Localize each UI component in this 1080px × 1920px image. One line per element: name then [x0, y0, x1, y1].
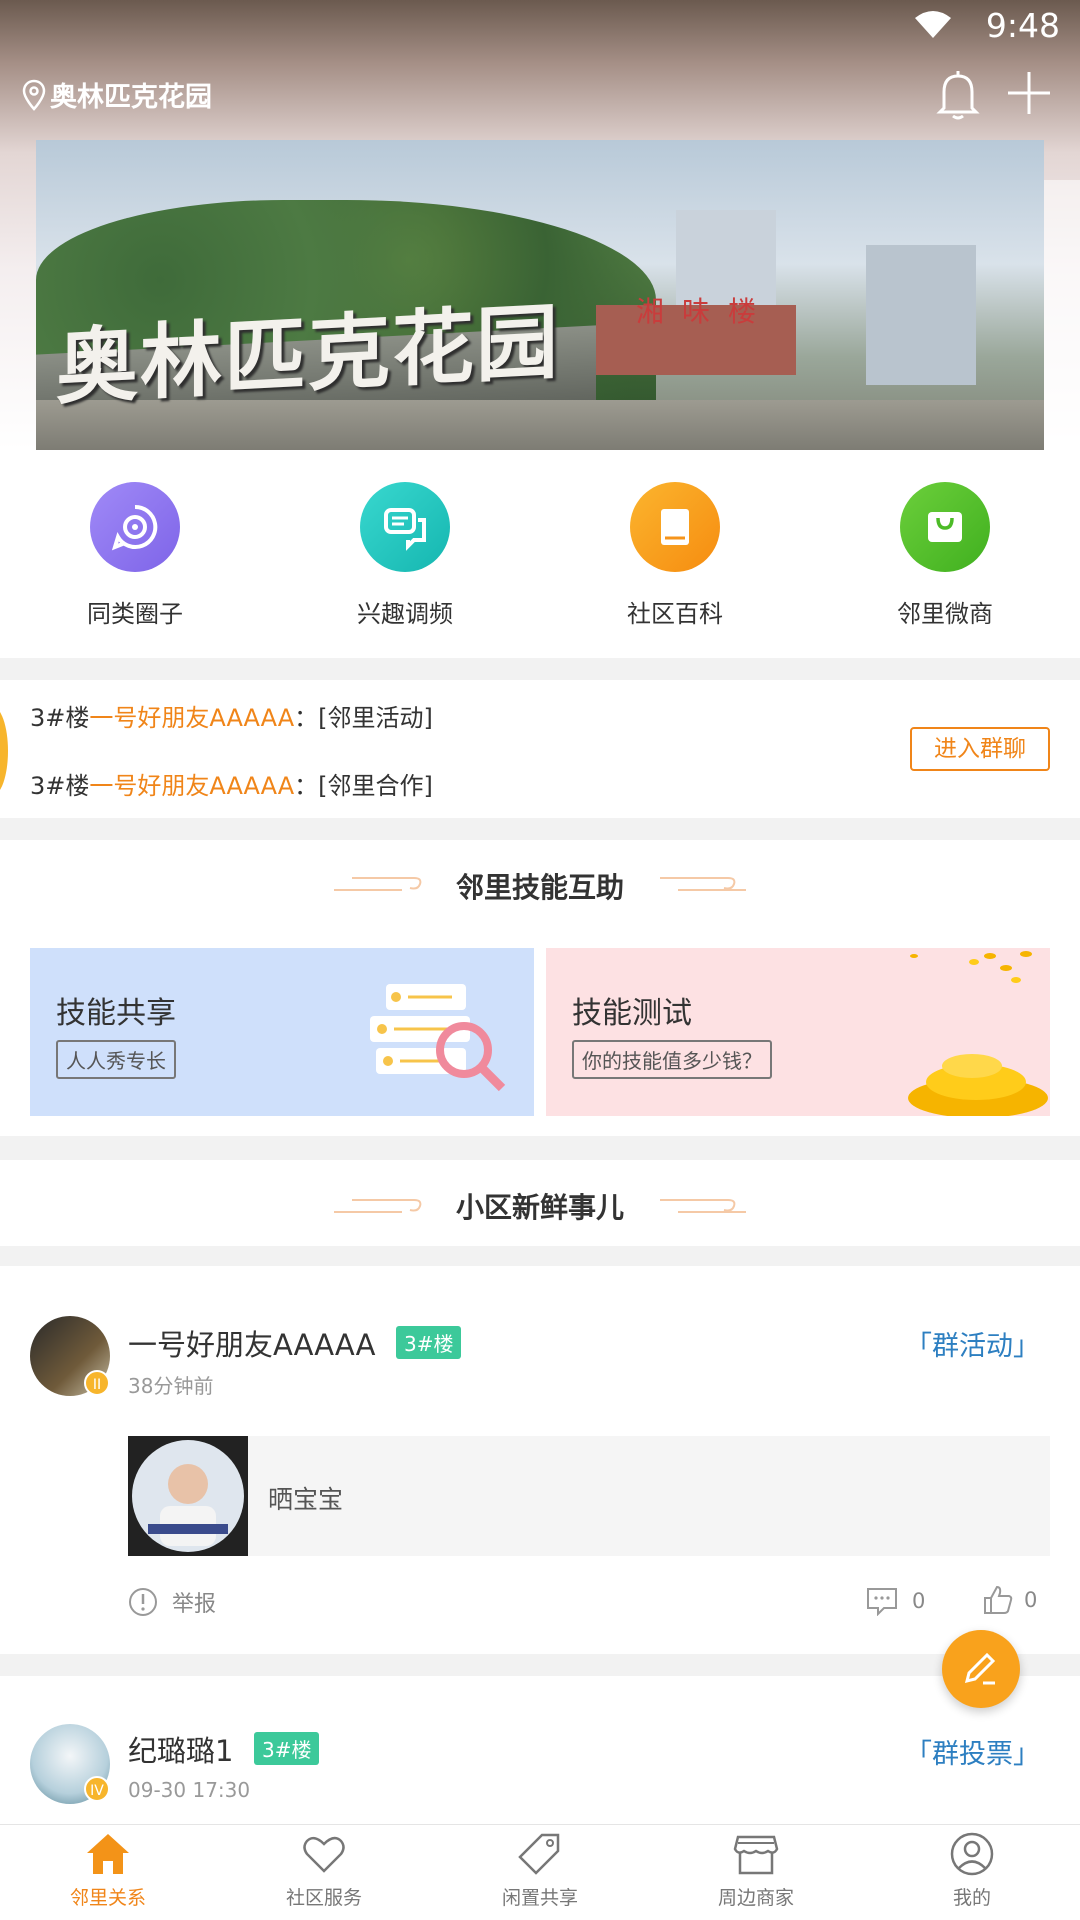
tab-label: 周边商家	[717, 1887, 794, 1909]
card-title: 技能共享	[56, 996, 176, 1031]
shared-image	[128, 1436, 248, 1556]
chat-bubbles-icon	[360, 482, 450, 572]
quick-item-label: 兴趣调频	[357, 600, 453, 628]
quick-item-circles[interactable]: 同类圈子	[35, 482, 235, 629]
like-count: 0	[1024, 1588, 1038, 1612]
card-tag: 人人秀专长	[56, 1040, 176, 1079]
gold-coins-icon	[908, 951, 1048, 1116]
home-icon	[87, 1834, 129, 1874]
comment-button[interactable]: 0	[866, 1586, 925, 1616]
comment-icon	[867, 1588, 897, 1616]
bottom-tab-bar: 邻里关系 社区服务 闲置共享 周边商家 我的	[0, 1824, 1080, 1920]
tab-idle-share[interactable]: 闲置共享	[432, 1831, 648, 1910]
building-badge: 3#楼	[396, 1326, 462, 1359]
chat-text: [邻里活动]	[318, 704, 433, 732]
chat-message: 3#楼一号好朋友AAAAA：[邻里活动]	[30, 698, 433, 733]
shared-text: 晒宝宝	[268, 1485, 344, 1514]
bell-icon[interactable]	[936, 70, 980, 120]
quick-item-label: 社区百科	[627, 600, 723, 628]
tab-label: 我的	[952, 1887, 991, 1909]
skill-test-card[interactable]: 技能测试 你的技能值多少钱？	[546, 948, 1050, 1116]
add-icon[interactable]	[1006, 70, 1052, 116]
news-section-header: 小区新鲜事儿	[0, 1160, 1080, 1246]
heart-icon	[303, 1836, 345, 1873]
chat-message: 3#楼一号好朋友AAAAA：[邻里合作]	[30, 766, 433, 801]
user-icon	[950, 1832, 994, 1876]
chat-text: [邻里合作]	[318, 772, 433, 800]
shopping-bag-icon	[900, 482, 990, 572]
report-label: 举报	[172, 1592, 217, 1617]
tab-neighbors[interactable]: 邻里关系	[0, 1831, 216, 1910]
banner-shop-text: 湘味楼	[636, 295, 775, 328]
compose-button[interactable]	[942, 1630, 1020, 1708]
status-bar: 9:48	[0, 0, 1080, 50]
shared-content[interactable]: 晒宝宝	[128, 1436, 1050, 1556]
post-type-tag[interactable]: 「群投票」	[905, 1732, 1040, 1771]
status-time: 9:48	[985, 6, 1060, 45]
chat-building: 3#楼	[30, 772, 90, 800]
section-title: 邻里技能互助	[455, 871, 624, 904]
chat-separator: ：	[294, 772, 319, 800]
search-list-icon	[370, 984, 506, 1092]
quick-item-wiki[interactable]: 社区百科	[575, 482, 775, 629]
title-decoration-right	[660, 877, 746, 891]
like-button[interactable]: 0	[982, 1584, 1037, 1616]
news-post[interactable]: II 一号好朋友AAAAA 3#楼 38分钟前 「群活动」 晒宝宝 举报 0 0	[0, 1266, 1080, 1654]
post-username[interactable]: 一号好朋友AAAAA	[128, 1322, 375, 1364]
chat-edge-decoration	[0, 706, 8, 796]
post-username[interactable]: 纪璐璐1	[128, 1728, 233, 1770]
tab-label: 闲置共享	[501, 1887, 578, 1909]
tab-community-service[interactable]: 社区服务	[216, 1831, 432, 1910]
chat-building: 3#楼	[30, 704, 90, 732]
quick-menu: 同类圈子 兴趣调频 社区百科 邻里微商	[0, 450, 1080, 658]
comment-count: 0	[912, 1589, 926, 1613]
report-button[interactable]: 举报	[128, 1586, 216, 1618]
warning-icon	[129, 1588, 157, 1616]
banner-building	[866, 245, 976, 385]
building-badge: 3#楼	[254, 1732, 320, 1765]
quick-item-shop[interactable]: 邻里微商	[845, 482, 1045, 629]
chat-username: 一号好朋友AAAAA	[89, 772, 295, 800]
location-selector[interactable]: 奥林匹克花园	[22, 75, 212, 114]
skill-share-card[interactable]: 技能共享 人人秀专长	[30, 948, 534, 1116]
community-banner[interactable]: 奥林匹克花园 湘味楼	[36, 140, 1044, 450]
post-time: 09-30 17:30	[128, 1778, 251, 1802]
edit-pencil-icon	[964, 1652, 996, 1685]
title-decoration-right	[660, 1199, 746, 1213]
post-time: 38分钟前	[128, 1374, 214, 1398]
card-tag: 你的技能值多少钱？	[572, 1040, 772, 1079]
join-group-chat-button[interactable]: 进入群聊	[910, 727, 1050, 771]
news-post[interactable]: IV 纪璐璐1 3#楼 09-30 17:30 「群投票」	[0, 1676, 1080, 1824]
user-level-badge: II	[84, 1370, 110, 1396]
quick-item-label: 邻里微商	[897, 600, 993, 628]
tab-label: 邻里关系	[69, 1887, 146, 1909]
section-title: 小区新鲜事儿	[455, 1191, 624, 1224]
screen: 9:48 奥林匹克花园 奥林匹克花园 湘味楼 同类圈子 兴趣调频 社区百科 邻里…	[0, 0, 1080, 1920]
post-type-tag[interactable]: 「群活动」	[905, 1324, 1040, 1363]
location-name: 奥林匹克花园	[50, 82, 212, 113]
tab-me[interactable]: 我的	[864, 1831, 1080, 1910]
tab-label: 社区服务	[285, 1887, 362, 1909]
wifi-icon	[915, 11, 951, 38]
chat-username: 一号好朋友AAAAA	[89, 704, 295, 732]
quick-item-interest[interactable]: 兴趣调频	[305, 482, 505, 629]
card-title: 技能测试	[572, 996, 692, 1031]
tag-icon	[518, 1833, 560, 1875]
book-icon	[630, 482, 720, 572]
quick-item-label: 同类圈子	[87, 600, 183, 628]
chat-separator: ：	[294, 704, 319, 732]
skill-section: 邻里技能互助 技能共享 人人秀专长 技能测试 你的技能值多少钱？	[0, 840, 1080, 1136]
target-circle-icon	[90, 482, 180, 572]
tab-nearby-shops[interactable]: 周边商家	[648, 1831, 864, 1910]
thumbs-up-icon	[984, 1585, 1013, 1614]
location-pin-icon	[22, 79, 46, 111]
user-level-badge: IV	[84, 1776, 110, 1802]
store-icon	[733, 1835, 779, 1875]
group-chat-panel[interactable]: 3#楼一号好朋友AAAAA：[邻里活动] 3#楼一号好朋友AAAAA：[邻里合作…	[0, 680, 1080, 818]
